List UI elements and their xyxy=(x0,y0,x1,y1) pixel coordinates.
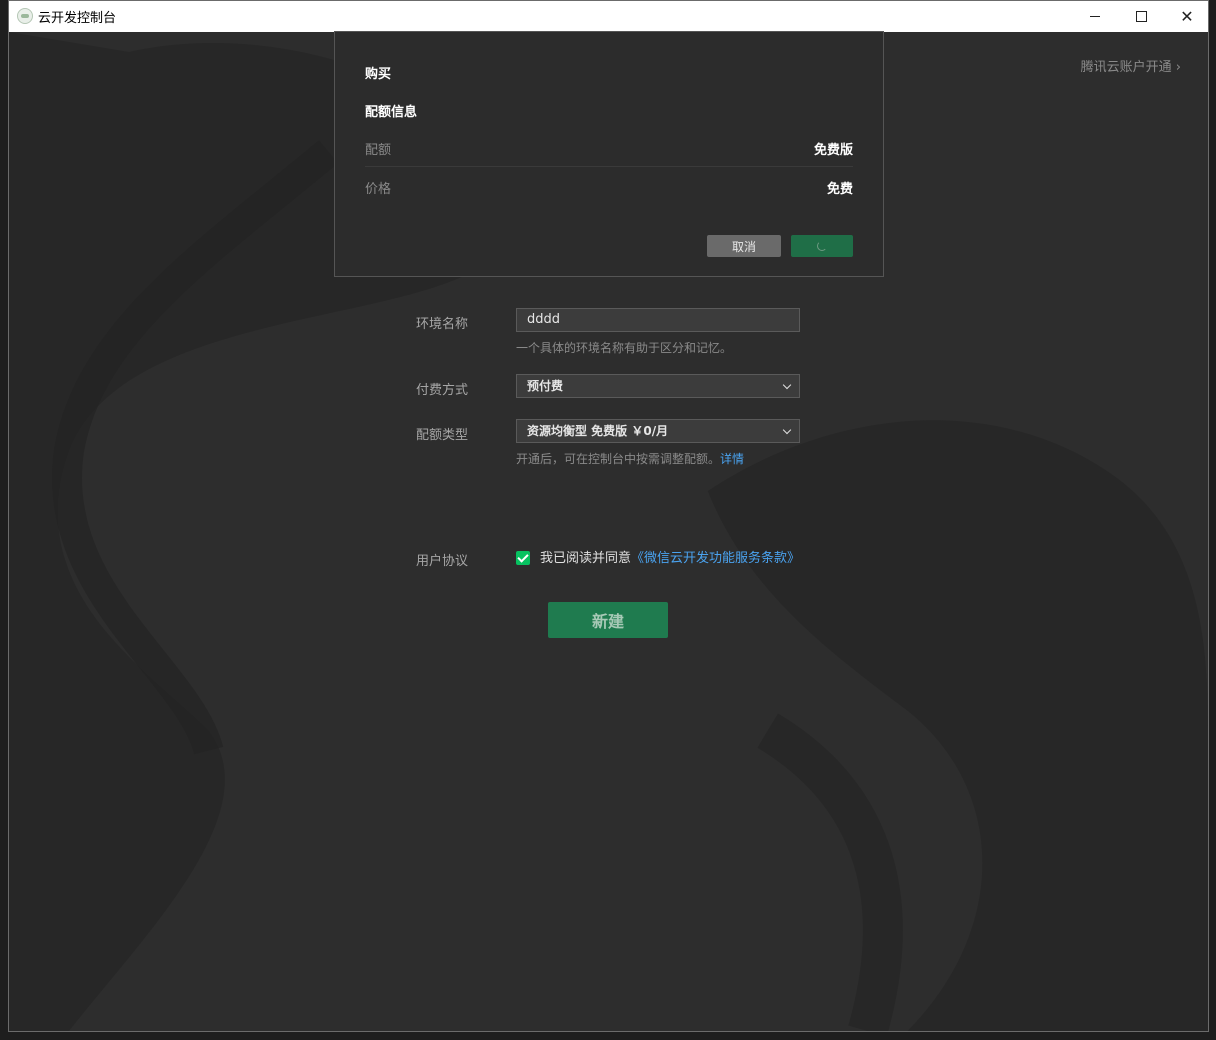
env-name-label: 环境名称 xyxy=(416,317,469,332)
quota-hint-text: 开通后，可在控制台中按需调整配额。 xyxy=(516,452,721,466)
loading-spinner-icon xyxy=(817,241,827,251)
dialog-section-title: 配额信息 xyxy=(365,105,418,120)
agreement-text: 我已阅读并同意 xyxy=(540,551,632,566)
env-name-input[interactable]: dddd xyxy=(516,308,800,332)
price-row-label: 价格 xyxy=(365,182,392,197)
minimize-icon xyxy=(1090,16,1100,17)
env-name-hint: 一个具体的环境名称有助于区分和记忆。 xyxy=(516,341,733,355)
dialog-title: 购买 xyxy=(365,67,392,82)
window-title: 云开发控制台 xyxy=(38,11,117,26)
close-icon: ✕ xyxy=(1180,7,1194,26)
title-bar[interactable]: 云开发控制台 ✕ xyxy=(9,1,1208,32)
create-button[interactable]: 新建 xyxy=(548,602,668,638)
dialog-divider xyxy=(365,166,853,167)
agreement-checkbox[interactable] xyxy=(516,551,530,565)
price-row-value: 免费 xyxy=(826,182,853,197)
main-content: 腾讯云账户开通 › 环境名称 dddd 一个具体的环境名称有助于区分和记忆。 付… xyxy=(9,31,1208,1031)
purchase-dialog: 购买 配额信息 配额 免费版 价格 免费 取消 xyxy=(334,31,884,277)
quota-select-value: 资源均衡型 免费版 ￥0/月 xyxy=(527,424,669,438)
quota-details-link[interactable]: 详情 xyxy=(720,452,744,466)
app-window: 云开发控制台 ✕ 腾讯云账户开通 › 环境名称 dddd 一个具体的环境名称有助… xyxy=(8,0,1209,1032)
cancel-button[interactable]: 取消 xyxy=(707,235,781,257)
payment-select[interactable]: 预付费 xyxy=(516,374,800,398)
close-button[interactable]: ✕ xyxy=(1164,1,1208,32)
confirm-button[interactable] xyxy=(791,235,853,257)
maximize-icon xyxy=(1135,11,1147,22)
quota-hint: 开通后，可在控制台中按需调整配额。详情 xyxy=(516,450,744,467)
agreement-label: 用户协议 xyxy=(416,554,469,569)
payment-select-value: 预付费 xyxy=(527,379,564,393)
agreement-text-group: 我已阅读并同意《微信云开发功能服务条款》 xyxy=(540,547,800,566)
app-icon xyxy=(17,8,33,24)
quota-row-value: 免费版 xyxy=(813,143,853,158)
maximize-button[interactable] xyxy=(1118,1,1164,32)
quota-label: 配额类型 xyxy=(416,428,469,443)
terms-link[interactable]: 《微信云开发功能服务条款》 xyxy=(631,551,800,566)
quota-select[interactable]: 资源均衡型 免费版 ￥0/月 xyxy=(516,419,800,443)
payment-label: 付费方式 xyxy=(416,383,469,398)
minimize-button[interactable] xyxy=(1072,1,1118,32)
chevron-down-icon xyxy=(782,380,792,390)
chevron-down-icon xyxy=(782,425,792,435)
account-activation-link[interactable]: 腾讯云账户开通 › xyxy=(1081,56,1181,75)
quota-row-label: 配额 xyxy=(365,143,392,158)
